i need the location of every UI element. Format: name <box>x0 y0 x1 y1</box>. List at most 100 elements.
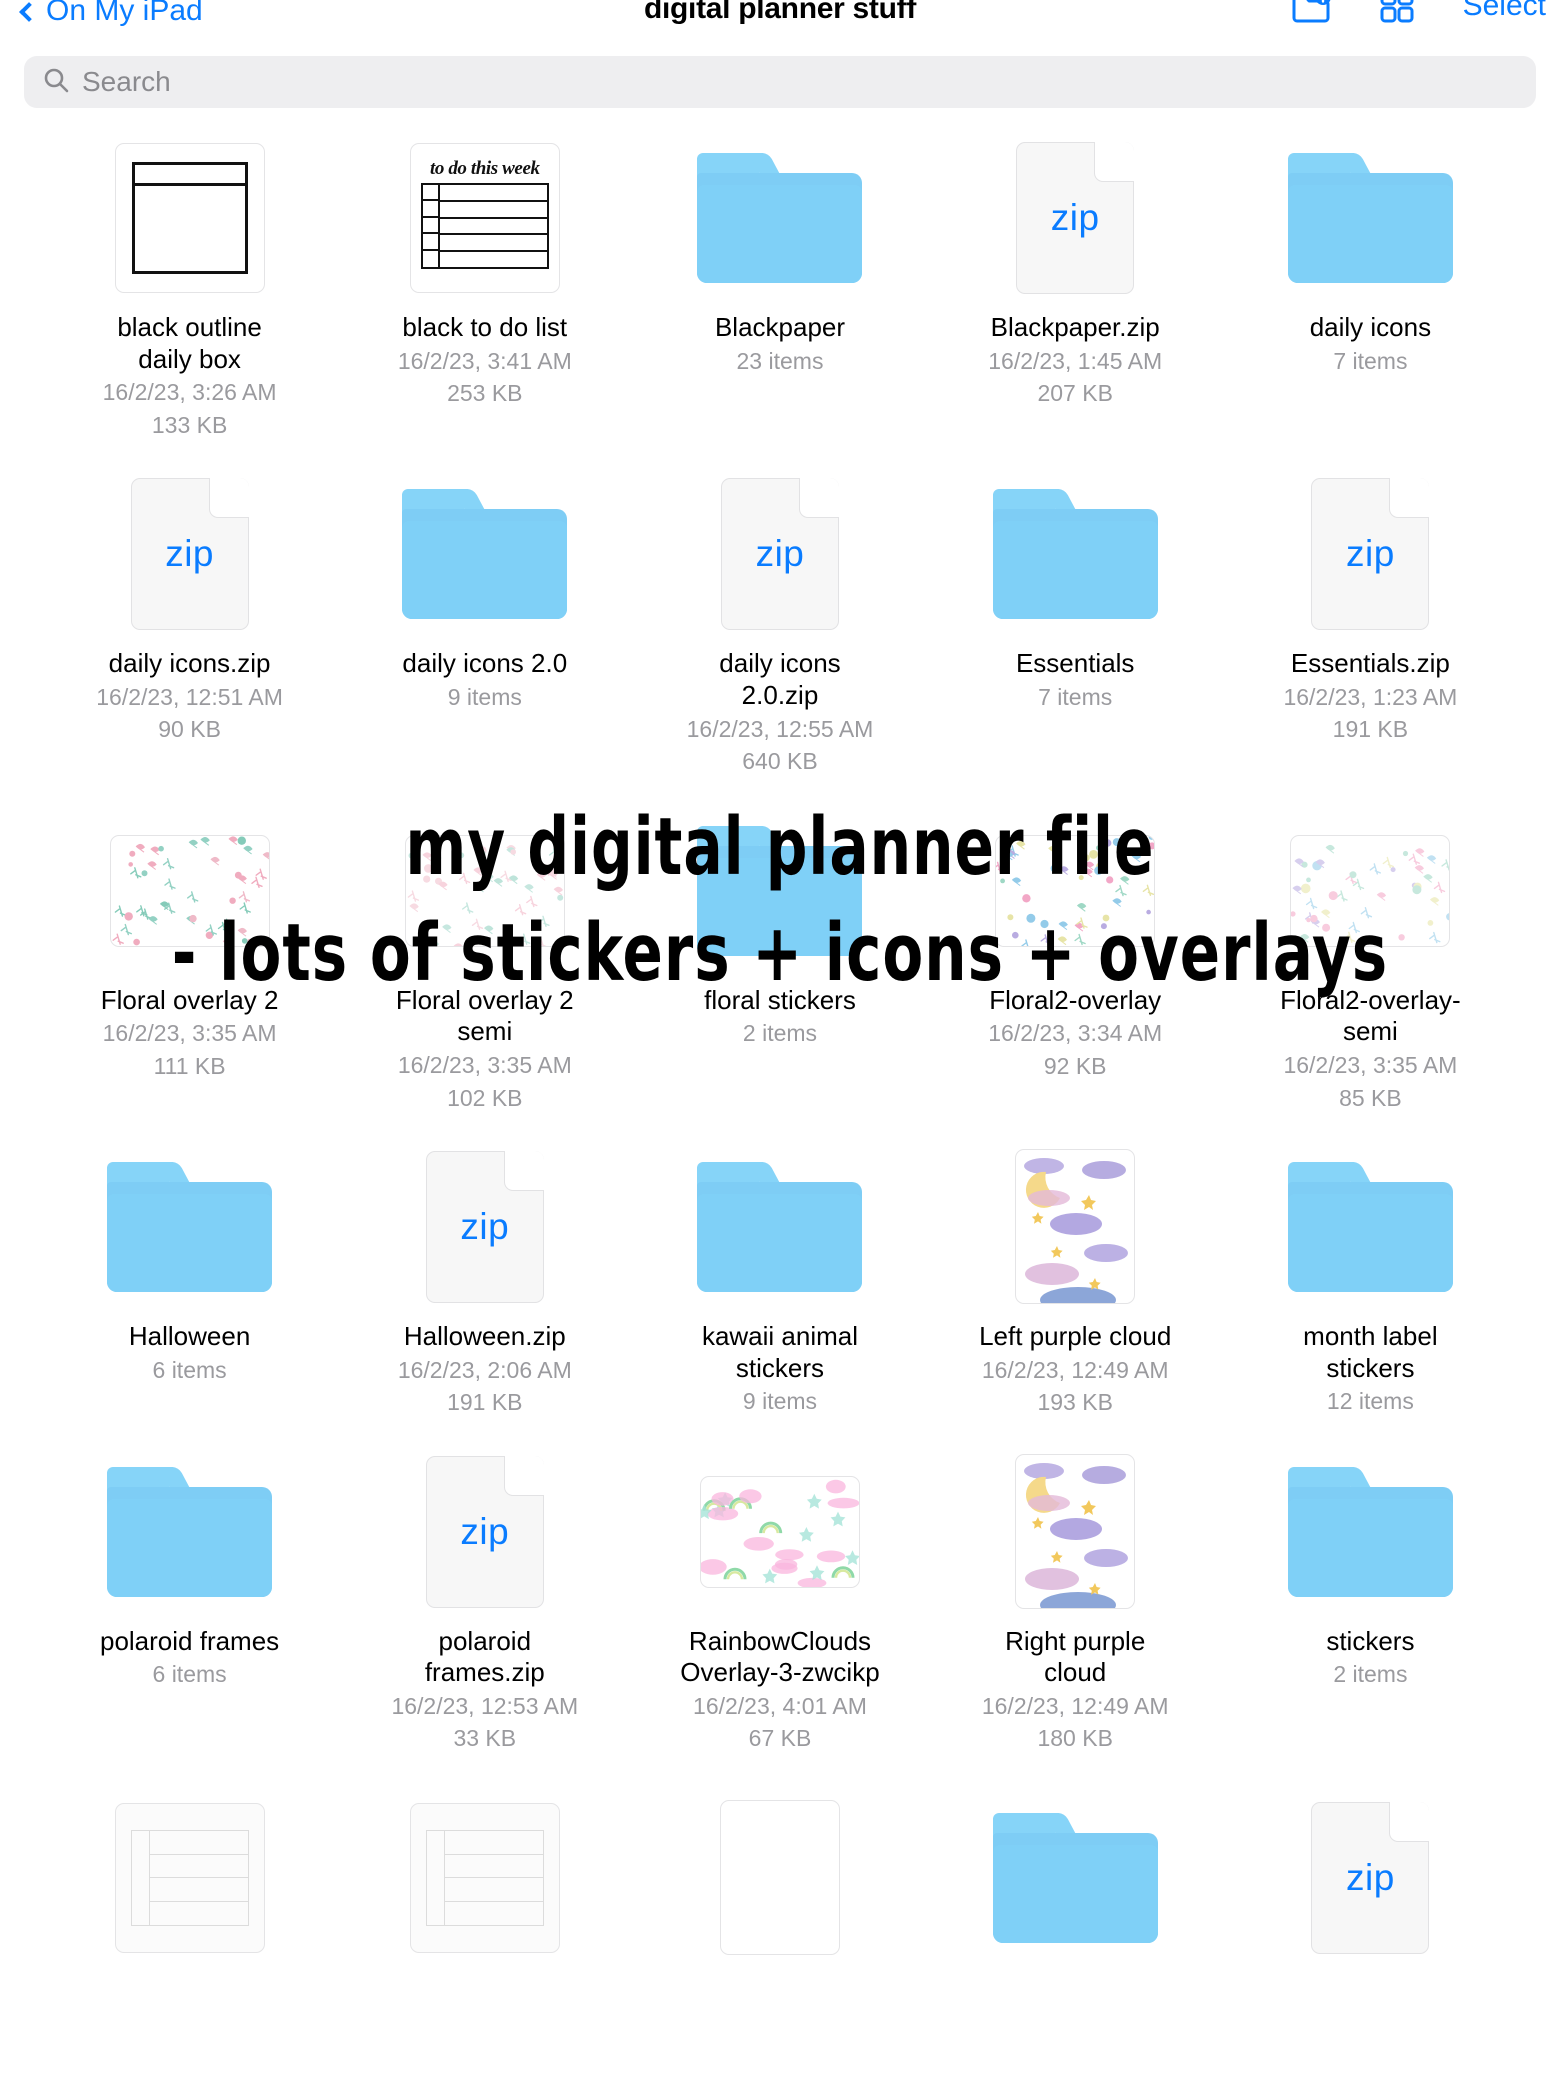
file-item[interactable] <box>42 1794 337 1962</box>
file-item[interactable]: Floral2-overlay 16/2/23, 3:34 AM 92 KB <box>928 807 1223 1113</box>
search-input[interactable] <box>82 66 1518 98</box>
file-size: 92 KB <box>1043 1052 1107 1079</box>
file-item[interactable]: Blackpaper 23 items <box>632 134 927 440</box>
file-name-label: black outline daily box <box>117 312 262 374</box>
file-thumbnail: zip <box>106 470 274 638</box>
file-date: 16/2/23, 1:23 AM <box>1283 684 1458 711</box>
file-item[interactable]: zip <box>1223 1794 1518 1962</box>
file-item[interactable]: to do this week black to do list 16/2/23, … <box>337 134 632 440</box>
file-item[interactable] <box>632 1794 927 1962</box>
file-item[interactable]: stickers 2 items <box>1223 1448 1518 1754</box>
file-date: 16/2/23, 12:49 AM <box>981 1356 1169 1383</box>
file-date: 16/2/23, 12:53 AM <box>391 1692 579 1719</box>
folder-icon <box>697 825 863 956</box>
file-thumbnail: zip <box>401 1143 569 1311</box>
file-size: 253 KB <box>447 380 523 407</box>
file-size: 67 KB <box>748 1725 812 1752</box>
file-name-label: Halloween <box>128 1320 251 1351</box>
folder-icon <box>992 489 1158 620</box>
file-item[interactable]: zip Halloween.zip 16/2/23, 2:06 AM 191 KB <box>337 1143 632 1418</box>
file-item-count: 2 items <box>1333 1661 1408 1688</box>
file-item[interactable] <box>928 1794 1223 1962</box>
zip-icon: zip <box>720 478 839 631</box>
file-date: 16/2/23, 3:26 AM <box>102 379 277 406</box>
folder-icon <box>1287 1466 1453 1597</box>
file-name-label: polaroid frames <box>99 1625 280 1656</box>
file-thumbnail <box>401 1794 569 1962</box>
file-thumbnail: to do this week <box>401 134 569 302</box>
file-item-count: 2 items <box>742 1020 818 1047</box>
zip-icon: zip <box>425 1455 544 1608</box>
search-field[interactable] <box>24 56 1536 108</box>
folder-icon <box>992 1812 1158 1943</box>
file-item[interactable]: daily icons 7 items <box>1223 134 1518 440</box>
file-date: 16/2/23, 1:45 AM <box>988 347 1163 374</box>
file-item[interactable]: month label stickers 12 items <box>1223 1143 1518 1418</box>
file-item[interactable]: Essentials 7 items <box>928 470 1223 776</box>
new-folder-icon[interactable] <box>1291 0 1331 24</box>
file-size: 133 KB <box>151 411 228 438</box>
file-item[interactable]: Floral2-overlay-semi 16/2/23, 3:35 AM 85 K… <box>1223 807 1518 1113</box>
file-size: 90 KB <box>158 716 221 743</box>
file-thumbnail: zip <box>1286 470 1454 638</box>
purple-cloud-thumbnail <box>1015 1149 1136 1305</box>
file-thumbnail <box>696 134 864 302</box>
file-thumbnail: zip <box>401 1448 569 1616</box>
file-thumbnail <box>991 1448 1159 1616</box>
file-thumbnail <box>106 1794 274 1962</box>
file-item[interactable]: kawaii animal stickers 9 items <box>632 1143 927 1418</box>
file-name-label: Blackpaper.zip <box>990 312 1160 342</box>
file-thumbnail <box>1286 1143 1454 1311</box>
file-size: 207 KB <box>1037 380 1113 407</box>
todo-list-thumbnail: to do this week <box>409 143 560 293</box>
file-name-label: Floral overlay 2 <box>100 984 279 1015</box>
file-item[interactable]: Right purple cloud 16/2/23, 12:49 AM 180 K… <box>928 1448 1223 1754</box>
file-name-label: month label stickers <box>1303 1320 1438 1383</box>
file-name-label: floral stickers <box>704 984 856 1015</box>
zip-icon: zip <box>425 1150 544 1303</box>
search-bar-container <box>0 42 1560 108</box>
file-item-count: 9 items <box>742 1388 818 1415</box>
table-doc-thumbnail <box>409 1802 560 1953</box>
file-thumbnail <box>401 807 569 975</box>
navbar-actions: Select <box>1291 0 1546 24</box>
file-item[interactable]: Left purple cloud 16/2/23, 12:49 AM 193 KB <box>928 1143 1223 1418</box>
file-name-label: Essentials <box>1015 648 1135 679</box>
file-item[interactable]: zip Essentials.zip 16/2/23, 1:23 AM 191 KB <box>1223 470 1518 776</box>
file-item[interactable] <box>337 1794 632 1962</box>
file-name-label: polaroid frames.zip <box>424 1625 545 1688</box>
file-date: 16/2/23, 12:51 AM <box>96 684 283 711</box>
file-item[interactable]: Halloween 6 items <box>42 1143 337 1418</box>
grid-view-icon[interactable] <box>1379 0 1415 24</box>
file-item[interactable]: polaroid frames 6 items <box>42 1448 337 1754</box>
folder-icon <box>697 153 863 283</box>
file-item[interactable]: daily icons 2.0 9 items <box>337 470 632 776</box>
file-name-label: black to do list <box>402 312 568 342</box>
file-size: 193 KB <box>1037 1389 1113 1416</box>
file-size: 33 KB <box>453 1725 517 1752</box>
file-thumbnail: zip <box>696 470 864 638</box>
file-item-count: 12 items <box>1326 1388 1414 1415</box>
file-item[interactable]: zip daily icons 2.0.zip 16/2/23, 12:55 AM 6… <box>632 470 927 776</box>
file-item[interactable]: RainbowCloudsOverlay-3-zwcikp 16/2/23, 4:… <box>632 1448 927 1754</box>
file-item[interactable]: zip polaroid frames.zip 16/2/23, 12:53 AM 3… <box>337 1448 632 1754</box>
file-thumbnail <box>991 470 1159 638</box>
select-button[interactable]: Select <box>1463 0 1546 23</box>
file-size: 102 KB <box>447 1084 523 1111</box>
floral-pink-thumbnail <box>109 834 270 947</box>
file-item[interactable]: zip daily icons.zip 16/2/23, 12:51 AM 90 KB <box>42 470 337 776</box>
file-date: 16/2/23, 12:49 AM <box>981 1692 1169 1719</box>
file-item[interactable]: Floral overlay 2 semi 16/2/23, 3:35 AM 102… <box>337 807 632 1113</box>
file-thumbnail <box>106 1448 274 1616</box>
file-thumbnail <box>991 1143 1159 1311</box>
file-item[interactable]: black outline daily box 16/2/23, 3:26 AM 1… <box>42 134 337 440</box>
file-item[interactable]: floral stickers 2 items <box>632 807 927 1113</box>
file-thumbnail: zip <box>1286 1794 1454 1962</box>
file-thumbnail <box>696 807 864 975</box>
file-item[interactable]: zip Blackpaper.zip 16/2/23, 1:45 AM 207 KB <box>928 134 1223 440</box>
file-thumbnail <box>106 807 274 975</box>
outline-box-thumbnail <box>114 143 265 293</box>
rainbow-clouds-thumbnail <box>699 1475 860 1588</box>
file-item[interactable]: Floral overlay 2 16/2/23, 3:35 AM 111 KB <box>42 807 337 1113</box>
folder-icon <box>402 489 568 620</box>
